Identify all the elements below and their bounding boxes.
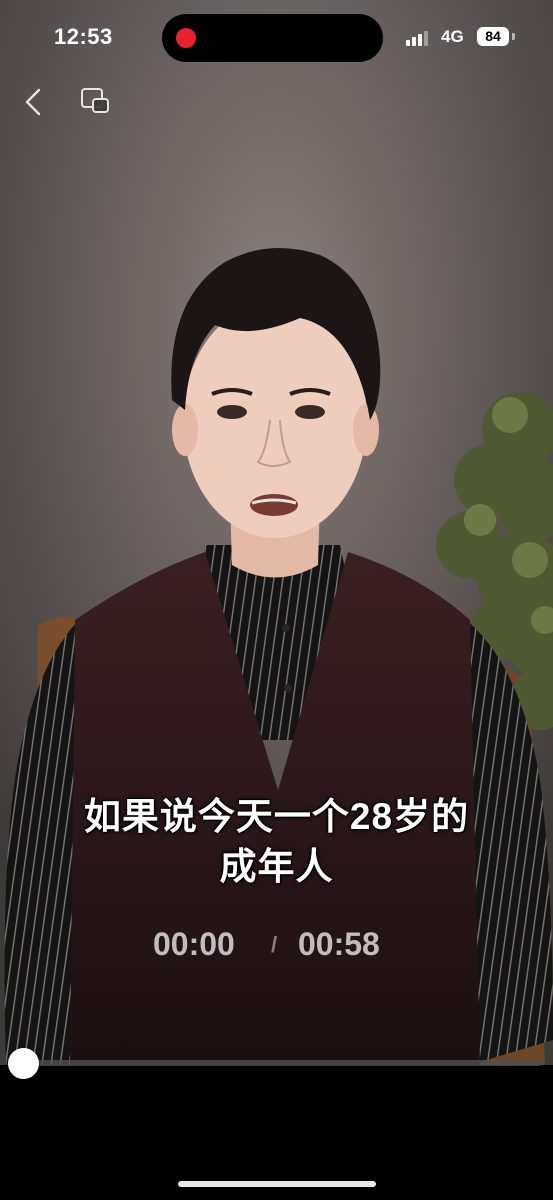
network-type: 4G (441, 27, 464, 46)
recording-indicator-icon (176, 28, 196, 48)
dynamic-island (162, 14, 383, 62)
chevron-left-icon (25, 88, 41, 116)
video-frame[interactable] (0, 0, 553, 1065)
battery-cap (512, 33, 515, 40)
subtitle-line-1: 如果说今天一个28岁的 (83, 796, 470, 837)
time-separator: / (271, 932, 278, 957)
status-time: 12:53 (54, 24, 113, 49)
current-time: 00:00 (153, 926, 235, 962)
subtitle-line-2: 成年人 (219, 846, 334, 887)
home-indicator[interactable] (178, 1181, 376, 1187)
progress-bar[interactable] (14, 1060, 542, 1066)
picture-in-picture-icon (81, 88, 109, 113)
battery-icon: 84 (477, 27, 509, 46)
cellular-signal-icon (406, 30, 432, 46)
back-button[interactable] (18, 84, 50, 120)
progress-scrubber-handle[interactable] (8, 1048, 39, 1079)
total-duration: 00:58 (298, 926, 380, 962)
battery-level: 84 (485, 28, 501, 44)
picture-in-picture-button[interactable] (78, 84, 114, 120)
status-bar: 12:53 4G 84 (0, 0, 553, 76)
presenter-video-scene (0, 0, 553, 1065)
video-player-screen: 12:53 4G 84 如果说今天一个28岁的 成年人 00:00 / 00:5… (0, 0, 553, 1200)
